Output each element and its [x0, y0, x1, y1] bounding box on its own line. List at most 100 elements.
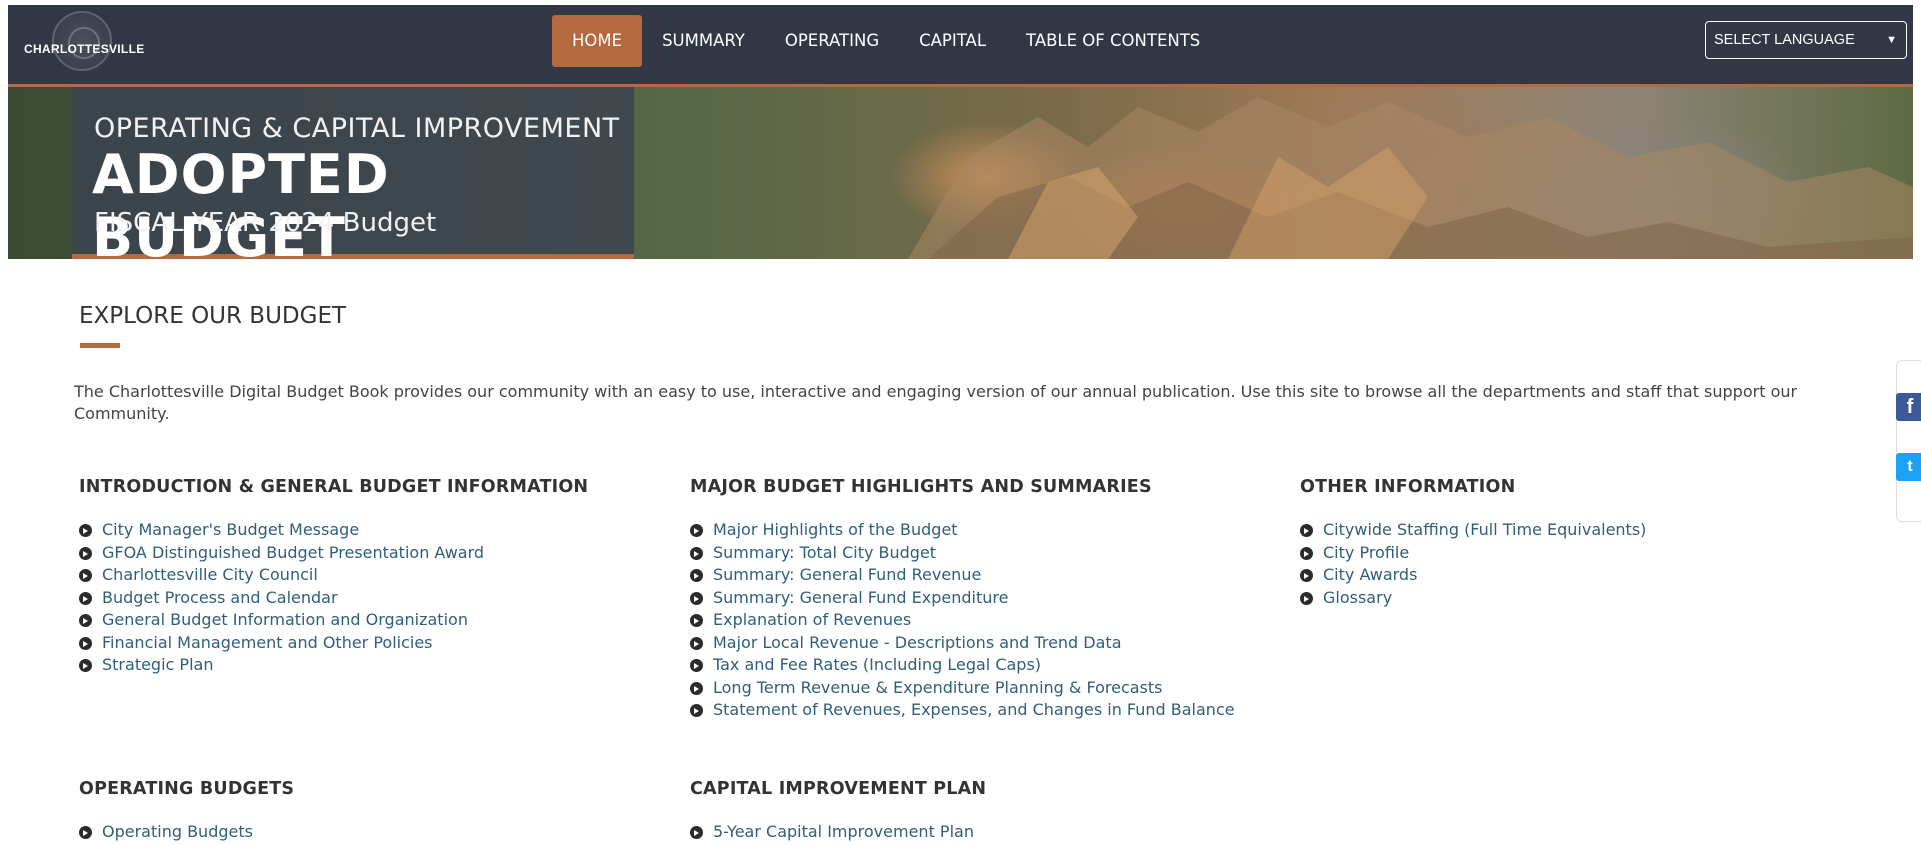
section-heading: OTHER INFORMATION	[1300, 477, 1516, 497]
arrow-bullet-icon	[690, 524, 703, 537]
arrow-bullet-icon	[690, 546, 703, 560]
arrow-bullet-icon	[79, 614, 92, 627]
list-item[interactable]: City Awards	[1300, 564, 1840, 587]
list-item[interactable]: Financial Management and Other Policies	[79, 632, 639, 655]
page: CHARLOTTESVILLE HOME SUMMARY OPERATING C…	[8, 5, 1913, 845]
section-heading: MAJOR BUDGET HIGHLIGHTS AND SUMMARIES	[690, 477, 1152, 497]
link-text[interactable]: Tax and Fee Rates (Including Legal Caps)	[713, 655, 1041, 674]
list-item[interactable]: Glossary	[1300, 587, 1840, 610]
link-text[interactable]: Budget Process and Calendar	[102, 588, 338, 607]
link-list: Major Highlights of the Budget Summary: …	[690, 519, 1270, 722]
arrow-bullet-icon	[1300, 569, 1313, 582]
section-introduction: INTRODUCTION & GENERAL BUDGET INFORMATIO…	[79, 477, 639, 677]
link-text[interactable]: Strategic Plan	[102, 655, 213, 674]
nav-capital[interactable]: CAPITAL	[899, 15, 1006, 67]
explore-title: EXPLORE OUR BUDGET	[79, 303, 347, 329]
link-text[interactable]: Citywide Staffing (Full Time Equivalents…	[1323, 520, 1646, 539]
social-share-bar: f t	[1896, 360, 1921, 522]
arrow-bullet-icon	[690, 614, 703, 627]
list-item[interactable]: Summary: General Fund Revenue	[690, 564, 1270, 587]
link-list: 5-Year Capital Improvement Plan	[690, 821, 1270, 844]
twitter-icon[interactable]: t	[1896, 453, 1921, 481]
link-text[interactable]: Major Local Revenue - Descriptions and T…	[713, 633, 1122, 652]
link-text[interactable]: Statement of Revenues, Expenses, and Cha…	[713, 700, 1235, 719]
arrow-bullet-icon	[690, 826, 703, 839]
nav-operating[interactable]: OPERATING	[765, 15, 899, 67]
arrow-bullet-icon	[1300, 591, 1313, 605]
hero-caption: OPERATING & CAPITAL IMPROVEMENT ADOPTED …	[72, 87, 634, 259]
section-highlights: MAJOR BUDGET HIGHLIGHTS AND SUMMARIES Ma…	[690, 477, 1270, 722]
nav-home[interactable]: HOME	[552, 15, 643, 67]
list-item[interactable]: GFOA Distinguished Budget Presentation A…	[79, 542, 639, 565]
link-text[interactable]: Major Highlights of the Budget	[713, 520, 958, 539]
link-text[interactable]: Operating Budgets	[102, 822, 253, 841]
intro-paragraph: The Charlottesville Digital Budget Book …	[74, 382, 1798, 423]
list-item[interactable]: City Profile	[1300, 542, 1840, 565]
logo-text: CHARLOTTESVILLE	[24, 42, 145, 56]
hero-subtitle: OPERATING & CAPITAL IMPROVEMENT	[94, 113, 620, 144]
hero-banner: OPERATING & CAPITAL IMPROVEMENT ADOPTED …	[8, 87, 1913, 259]
hero-title: ADOPTED BUDGET	[92, 143, 390, 259]
list-item[interactable]: Summary: Total City Budget	[690, 542, 1270, 565]
link-text[interactable]: General Budget Information and Organizat…	[102, 610, 468, 629]
list-item[interactable]: Explanation of Revenues	[690, 609, 1270, 632]
list-item[interactable]: Statement of Revenues, Expenses, and Cha…	[690, 699, 1270, 722]
list-item[interactable]: Major Highlights of the Budget	[690, 519, 1270, 542]
arrow-bullet-icon	[79, 826, 92, 839]
main-menu: HOME SUMMARY OPERATING CAPITAL TABLE OF …	[552, 15, 1220, 67]
section-other-information: OTHER INFORMATION Citywide Staffing (Ful…	[1300, 477, 1840, 609]
arrow-bullet-icon	[79, 569, 92, 582]
language-select-label: SELECT LANGUAGE	[1714, 32, 1855, 48]
facebook-icon[interactable]: f	[1896, 393, 1921, 421]
list-item[interactable]: Budget Process and Calendar	[79, 587, 639, 610]
list-item[interactable]: 5-Year Capital Improvement Plan	[690, 821, 1270, 844]
link-text[interactable]: City Awards	[1323, 565, 1417, 584]
list-item[interactable]: Charlottesville City Council	[79, 564, 639, 587]
arrow-bullet-icon	[690, 659, 703, 672]
section-capital-improvement-plan: CAPITAL IMPROVEMENT PLAN 5-Year Capital …	[690, 779, 1270, 844]
nav-table-of-contents[interactable]: TABLE OF CONTENTS	[1006, 15, 1220, 67]
arrow-bullet-icon	[79, 546, 92, 560]
arrow-bullet-icon	[690, 681, 703, 695]
link-text[interactable]: City Profile	[1323, 543, 1409, 562]
link-text[interactable]: 5-Year Capital Improvement Plan	[713, 822, 974, 841]
link-text[interactable]: GFOA Distinguished Budget Presentation A…	[102, 543, 484, 562]
arrow-bullet-icon	[1300, 546, 1313, 560]
arrow-bullet-icon	[690, 569, 703, 582]
link-text[interactable]: Glossary	[1323, 588, 1392, 607]
city-logo[interactable]: CHARLOTTESVILLE	[24, 11, 144, 75]
link-list: Citywide Staffing (Full Time Equivalents…	[1300, 519, 1840, 609]
section-heading: CAPITAL IMPROVEMENT PLAN	[690, 779, 987, 799]
link-text[interactable]: Summary: General Fund Revenue	[713, 565, 981, 584]
list-item[interactable]: Strategic Plan	[79, 654, 639, 677]
list-item[interactable]: Long Term Revenue & Expenditure Planning…	[690, 677, 1270, 700]
list-item[interactable]: General Budget Information and Organizat…	[79, 609, 639, 632]
arrow-bullet-icon	[79, 659, 92, 672]
list-item[interactable]: Major Local Revenue - Descriptions and T…	[690, 632, 1270, 655]
section-heading: OPERATING BUDGETS	[79, 779, 295, 799]
link-text[interactable]: Charlottesville City Council	[102, 565, 318, 584]
language-select[interactable]: SELECT LANGUAGE ▼	[1705, 21, 1907, 59]
list-item[interactable]: Operating Budgets	[79, 821, 639, 844]
section-operating-budgets: OPERATING BUDGETS Operating Budgets	[79, 779, 639, 844]
link-text[interactable]: Long Term Revenue & Expenditure Planning…	[713, 678, 1163, 697]
link-text[interactable]: City Manager's Budget Message	[102, 520, 359, 539]
arrow-bullet-icon	[79, 591, 92, 605]
link-text[interactable]: Financial Management and Other Policies	[102, 633, 433, 652]
list-item[interactable]: City Manager's Budget Message	[79, 519, 639, 542]
list-item[interactable]: Summary: General Fund Expenditure	[690, 587, 1270, 610]
list-item[interactable]: Citywide Staffing (Full Time Equivalents…	[1300, 519, 1840, 542]
list-item[interactable]: Tax and Fee Rates (Including Legal Caps)	[690, 654, 1270, 677]
section-heading: INTRODUCTION & GENERAL BUDGET INFORMATIO…	[79, 477, 589, 497]
link-text[interactable]: Explanation of Revenues	[713, 610, 911, 629]
chevron-down-icon: ▼	[1886, 34, 1897, 46]
arrow-bullet-icon	[79, 636, 92, 650]
top-navigation-bar: CHARLOTTESVILLE HOME SUMMARY OPERATING C…	[8, 5, 1913, 87]
link-text[interactable]: Summary: General Fund Expenditure	[713, 588, 1008, 607]
link-text[interactable]: Summary: Total City Budget	[713, 543, 936, 562]
link-list: City Manager's Budget Message GFOA Disti…	[79, 519, 639, 677]
arrow-bullet-icon	[1300, 524, 1313, 537]
nav-summary[interactable]: SUMMARY	[642, 15, 765, 67]
arrow-bullet-icon	[79, 524, 92, 537]
arrow-bullet-icon	[690, 636, 703, 650]
